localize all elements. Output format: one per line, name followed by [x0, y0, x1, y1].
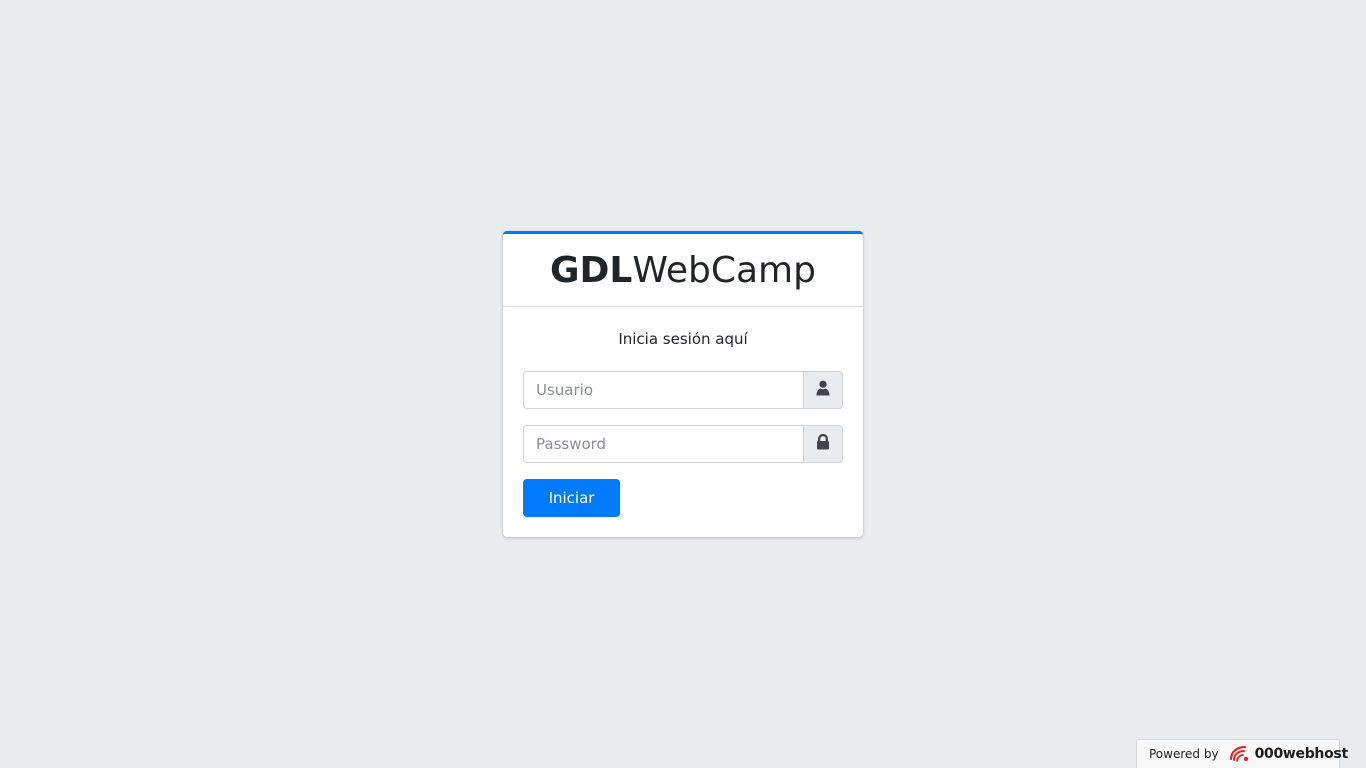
login-card: GDLWebCamp Inicia sesión aquí Usuario In… — [503, 231, 863, 537]
password-input-group — [523, 425, 843, 463]
brand-light-text: WebCamp — [632, 250, 816, 291]
login-box-message: Inicia sesión aquí — [618, 330, 748, 348]
powered-by-label: Powered by — [1149, 747, 1219, 761]
brand-logo-link[interactable]: GDLWebCamp — [550, 253, 816, 289]
login-form: Iniciar — [523, 371, 843, 517]
username-input[interactable] — [523, 371, 803, 409]
username-input-group — [523, 371, 843, 409]
lock-icon — [816, 433, 830, 454]
000webhost-logo-icon — [1227, 744, 1251, 764]
username-addon — [803, 371, 843, 409]
brand-bold-text: GDL — [550, 250, 633, 291]
password-addon — [803, 425, 843, 463]
powered-by-badge[interactable]: Powered by 000webhost — [1136, 739, 1348, 768]
password-input[interactable] — [523, 425, 803, 463]
login-card-header: GDLWebCamp — [503, 234, 863, 307]
000webhost-name: 000webhost — [1254, 746, 1349, 762]
user-icon — [816, 380, 830, 400]
login-submit-button[interactable]: Iniciar — [523, 479, 620, 517]
login-card-body: Inicia sesión aquí Usuario Iniciar — [503, 307, 863, 537]
